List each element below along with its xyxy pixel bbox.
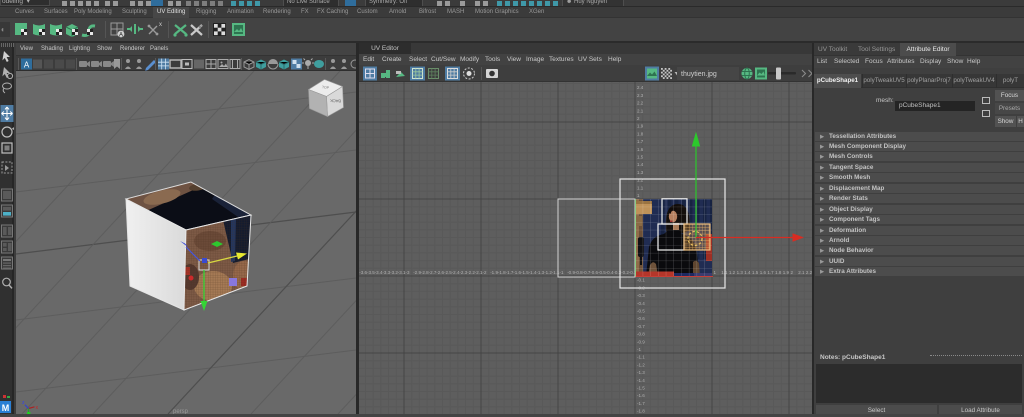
- svg-text:1.7: 1.7: [767, 270, 774, 275]
- svg-text:BACK: BACK: [330, 98, 341, 104]
- svg-text:1.5: 1.5: [637, 155, 644, 160]
- svg-text:-1.6: -1.6: [637, 393, 645, 398]
- svg-text:1.2: 1.2: [637, 178, 644, 183]
- svg-text:-0.7: -0.7: [637, 324, 645, 329]
- svg-text:1.8: 1.8: [637, 131, 644, 136]
- svg-text:1.5: 1.5: [752, 270, 759, 275]
- svg-text:-0.6: -0.6: [637, 316, 645, 321]
- svg-text:TOP: TOP: [322, 85, 330, 90]
- svg-text:-1: -1: [637, 347, 641, 352]
- svg-text:-1.8: -1.8: [637, 409, 645, 414]
- svg-text:1.9: 1.9: [637, 124, 644, 129]
- svg-text:x: x: [159, 22, 162, 28]
- svg-text:thuytien.jpg: thuytien.jpg: [681, 71, 717, 78]
- svg-text:-3: -3: [406, 270, 410, 275]
- svg-text:-0.4: -0.4: [637, 301, 645, 306]
- svg-text:1.8: 1.8: [775, 270, 782, 275]
- svg-text:-0.5: -0.5: [637, 309, 645, 314]
- svg-text:2.4: 2.4: [637, 85, 644, 90]
- svg-text:persp: persp: [173, 409, 189, 414]
- svg-text:-0.1: -0.1: [637, 278, 645, 283]
- svg-text:-1.2: -1.2: [637, 362, 645, 367]
- svg-text:1.7: 1.7: [637, 139, 644, 144]
- svg-text:1.4: 1.4: [637, 162, 644, 167]
- svg-text:-1.4: -1.4: [637, 378, 645, 383]
- svg-text:-1: -1: [560, 270, 564, 275]
- svg-text:1.4: 1.4: [744, 270, 751, 275]
- svg-text:1.6: 1.6: [760, 270, 767, 275]
- svg-text:2.1: 2.1: [798, 270, 805, 275]
- svg-text:-0.8: -0.8: [637, 332, 645, 337]
- svg-text:-1.3: -1.3: [637, 370, 645, 375]
- svg-text:2.3: 2.3: [637, 93, 644, 98]
- svg-text:-2: -2: [483, 270, 487, 275]
- svg-text:1.2: 1.2: [729, 270, 736, 275]
- svg-text:A: A: [119, 32, 123, 38]
- svg-text:2.2: 2.2: [637, 101, 644, 106]
- svg-text:-1.1: -1.1: [637, 355, 645, 360]
- svg-text:-1.7: -1.7: [637, 401, 645, 406]
- svg-text:1.9: 1.9: [783, 270, 790, 275]
- svg-text:-1.5: -1.5: [637, 386, 645, 391]
- svg-text:M: M: [2, 403, 10, 413]
- svg-text:-0.9: -0.9: [637, 339, 645, 344]
- svg-text:-0.3: -0.3: [637, 293, 645, 298]
- svg-text:1.1: 1.1: [637, 185, 644, 190]
- svg-text:1.3: 1.3: [637, 170, 644, 175]
- svg-text:1.6: 1.6: [637, 147, 644, 152]
- svg-text:A: A: [24, 61, 30, 70]
- svg-text:2.1: 2.1: [637, 108, 644, 113]
- svg-text:1.3: 1.3: [737, 270, 744, 275]
